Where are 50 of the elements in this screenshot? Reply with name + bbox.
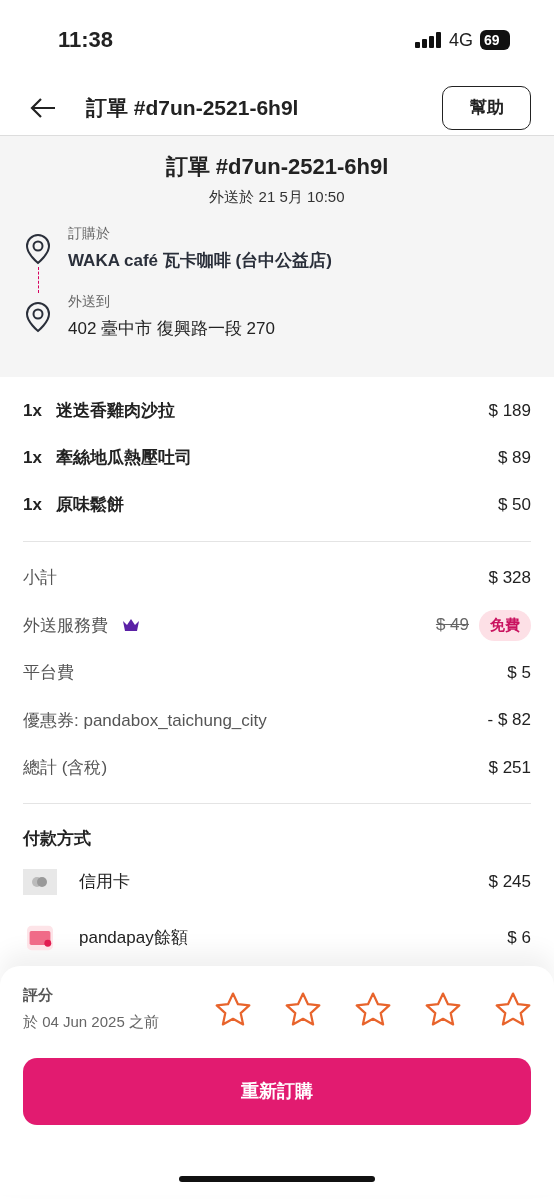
payment-method: pandapay餘額 [79,927,189,949]
item-name: 迷迭香雞肉沙拉 [56,400,176,422]
item-price: $ 189 [488,400,531,421]
help-button[interactable]: 幫助 [442,85,531,130]
star-icon[interactable] [355,990,391,1027]
fee-label: 外送服務費 [23,614,108,637]
fee-label: 小計 [23,567,57,590]
card-icon [23,868,57,895]
rating-label: 評分 [23,985,54,1005]
star-icon[interactable] [495,990,531,1027]
section-title: 付款方式 [23,827,92,850]
location-pin-icon [24,233,52,265]
delivery-address: 402 臺中市 復興路一段 270 [68,318,275,340]
fee-amount: $ 5 [507,662,531,683]
star-icon[interactable] [425,990,461,1027]
item-price: $ 89 [497,447,531,468]
network-type: 4G [449,29,473,51]
fee-amount: $ 251 [488,757,531,778]
location-label: 訂購於 [68,225,111,243]
item-quantity: 1x [23,447,43,468]
free-badge: 免費 [479,609,531,641]
fee-label: 總計 (含稅) [23,757,108,780]
payment-amount: $ 245 [488,871,531,892]
clock-time: 11:38 [58,27,114,53]
payment-amount: $ 6 [507,927,531,948]
item-name: 牽絲地瓜熱壓吐司 [56,447,193,469]
rating-deadline: 於 04 Jun 2025 之前 [23,1012,159,1032]
back-arrow-icon[interactable] [30,96,56,119]
location-label: 外送到 [68,293,111,311]
star-icon[interactable] [215,990,251,1027]
fee-label: 優惠券: pandabox_taichung_city [23,709,267,732]
item-name: 原味鬆餅 [56,494,125,516]
reorder-button[interactable]: 重新訂購 [23,1057,531,1125]
item-price: $ 50 [497,494,531,515]
crown-icon [122,618,140,633]
original-fee: $ 49 [435,615,469,636]
restaurant-name: WAKA café 瓦卡咖啡 (台中公益店) [68,250,332,272]
fee-label: 平台費 [23,662,74,685]
fee-amount: $ 328 [488,567,531,588]
item-quantity: 1x [23,400,43,421]
item-quantity: 1x [23,494,43,515]
payment-method: 信用卡 [79,871,131,893]
battery-level: 69 [480,30,510,50]
signal-icon [415,32,442,48]
fee-amount: - $ 82 [487,710,531,731]
page-title: 訂單 #d7un-2521-6h9l [86,94,300,121]
location-pin-icon [24,301,52,333]
delivery-time: 外送於 21 5月 10:50 [208,188,346,207]
star-icon[interactable] [285,990,321,1027]
order-title: 訂單 #d7un-2521-6h9l [164,153,390,181]
